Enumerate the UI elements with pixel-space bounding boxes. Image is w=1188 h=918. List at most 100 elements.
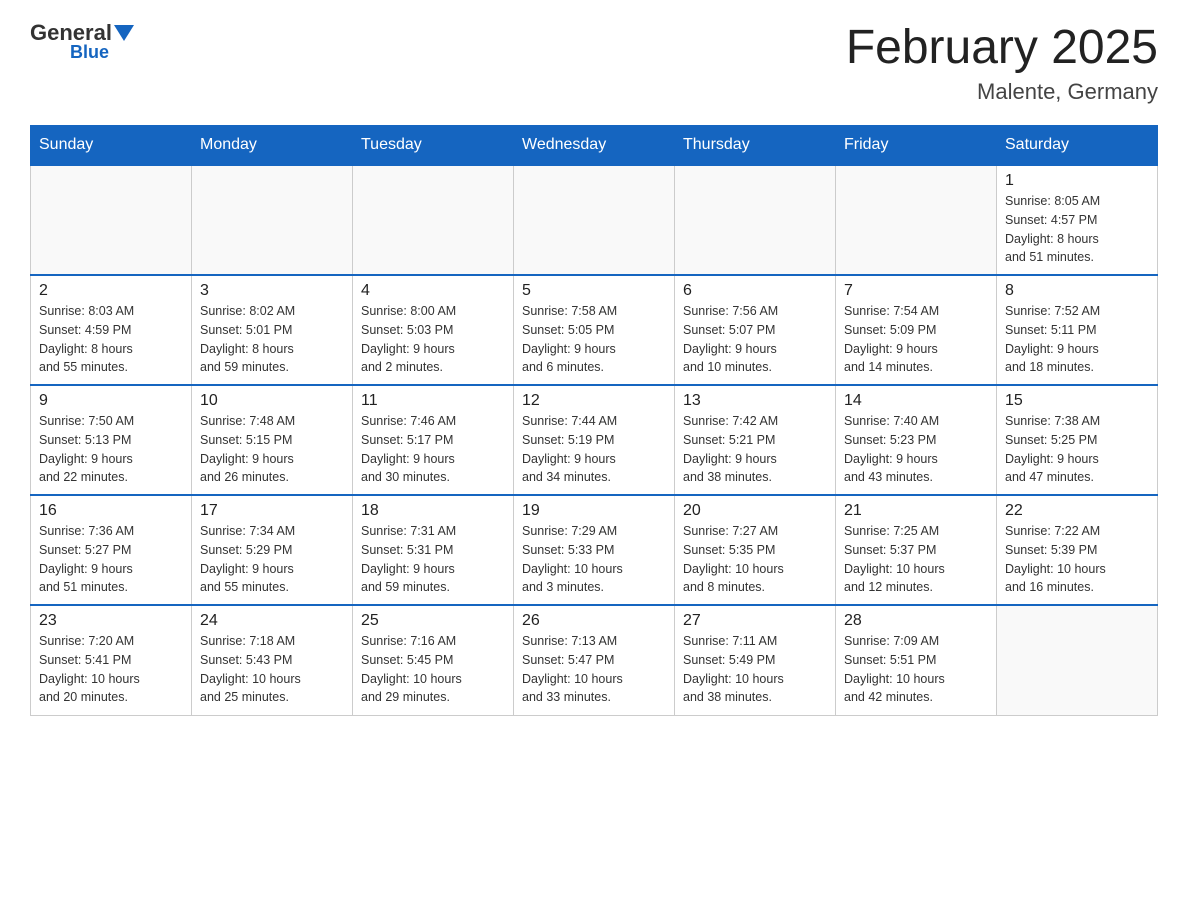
cell-week1-day2: 4Sunrise: 8:00 AM Sunset: 5:03 PM Daylig… [353,275,514,385]
day-info: Sunrise: 7:31 AM Sunset: 5:31 PM Dayligh… [361,522,505,597]
day-number: 11 [361,392,505,410]
day-info: Sunrise: 8:02 AM Sunset: 5:01 PM Dayligh… [200,302,344,377]
cell-week3-day4: 20 Sunrise: 7:27 AM Sunset: 5:35 PM Dayli… [675,495,836,605]
day-number: 2 [39,282,183,300]
day-info: Sunrise: 7:40 AM Sunset: 5:23 PM Dayligh… [844,412,988,487]
cell-week0-day1 [192,165,353,275]
cell-week1-day1: 3 Sunrise: 8:02 AM Sunset: 5:01 PM Daylig… [192,275,353,385]
week-row-1: 2 Sunrise: 8:03 AM Sunset: 4:59 PM Daylig… [31,275,1158,385]
day-number: 19 [522,502,666,520]
cell-week2-day0: 9 Sunrise: 7:50 AM Sunset: 5:13 PM Daylig… [31,385,192,495]
day-info: Sunrise: 7:22 AM Sunset: 5:39 PM Dayligh… [1005,522,1149,597]
day-number: 5 [522,282,666,300]
logo: General Blue [30,20,136,63]
day-info: Sunrise: 7:42 AM Sunset: 5:21 PM Dayligh… [683,412,827,487]
day-info: Sunrise: 8:03 AM Sunset: 4:59 PM Dayligh… [39,302,183,377]
cell-week1-day0: 2 Sunrise: 8:03 AM Sunset: 4:59 PM Daylig… [31,275,192,385]
cell-week2-day5: 14 Sunrise: 7:40 AM Sunset: 5:23 PM Dayli… [836,385,997,495]
header-tuesday: Tuesday [353,126,514,166]
week-row-3: 16 Sunrise: 7:36 AM Sunset: 5:27 PM Dayli… [31,495,1158,605]
day-number: 22 [1005,502,1149,520]
day-number: 3 [200,282,344,300]
day-info: Sunrise: 7:58 AM Sunset: 5:05 PM Dayligh… [522,302,666,377]
day-number: 20 [683,502,827,520]
header-saturday: Saturday [997,126,1158,166]
cell-week1-day5: 7 Sunrise: 7:54 AM Sunset: 5:09 PM Daylig… [836,275,997,385]
day-info: Sunrise: 7:34 AM Sunset: 5:29 PM Dayligh… [200,522,344,597]
day-number: 9 [39,392,183,410]
cell-week0-day4 [675,165,836,275]
title-section: February 2025 Malente, Germany [846,20,1158,105]
day-number: 15 [1005,392,1149,410]
header-sunday: Sunday [31,126,192,166]
day-number: 27 [683,612,827,630]
day-number: 14 [844,392,988,410]
day-number: 6 [683,282,827,300]
cell-week4-day3: 26 Sunrise: 7:13 AM Sunset: 5:47 PM Dayli… [514,605,675,715]
header-friday: Friday [836,126,997,166]
cell-week3-day3: 19 Sunrise: 7:29 AM Sunset: 5:33 PM Dayli… [514,495,675,605]
cell-week3-day0: 16 Sunrise: 7:36 AM Sunset: 5:27 PM Dayli… [31,495,192,605]
day-info: Sunrise: 7:16 AM Sunset: 5:45 PM Dayligh… [361,632,505,707]
cell-week4-day6 [997,605,1158,715]
day-info: Sunrise: 7:50 AM Sunset: 5:13 PM Dayligh… [39,412,183,487]
week-row-0: 1Sunrise: 8:05 AM Sunset: 4:57 PM Daylig… [31,165,1158,275]
day-info: Sunrise: 7:09 AM Sunset: 5:51 PM Dayligh… [844,632,988,707]
day-info: Sunrise: 7:20 AM Sunset: 5:41 PM Dayligh… [39,632,183,707]
day-info: Sunrise: 7:29 AM Sunset: 5:33 PM Dayligh… [522,522,666,597]
calendar-table: Sunday Monday Tuesday Wednesday Thursday… [30,125,1158,716]
weekday-header-row: Sunday Monday Tuesday Wednesday Thursday… [31,126,1158,166]
header-wednesday: Wednesday [514,126,675,166]
cell-week2-day4: 13Sunrise: 7:42 AM Sunset: 5:21 PM Dayli… [675,385,836,495]
day-info: Sunrise: 7:18 AM Sunset: 5:43 PM Dayligh… [200,632,344,707]
cell-week1-day4: 6 Sunrise: 7:56 AM Sunset: 5:07 PM Daylig… [675,275,836,385]
day-info: Sunrise: 7:13 AM Sunset: 5:47 PM Dayligh… [522,632,666,707]
day-info: Sunrise: 7:48 AM Sunset: 5:15 PM Dayligh… [200,412,344,487]
cell-week0-day2 [353,165,514,275]
day-number: 16 [39,502,183,520]
day-info: Sunrise: 7:27 AM Sunset: 5:35 PM Dayligh… [683,522,827,597]
day-number: 18 [361,502,505,520]
cell-week3-day5: 21 Sunrise: 7:25 AM Sunset: 5:37 PM Dayli… [836,495,997,605]
day-number: 8 [1005,282,1149,300]
day-number: 1 [1005,172,1149,190]
day-info: Sunrise: 7:38 AM Sunset: 5:25 PM Dayligh… [1005,412,1149,487]
cell-week3-day1: 17 Sunrise: 7:34 AM Sunset: 5:29 PM Dayli… [192,495,353,605]
cell-week0-day6: 1Sunrise: 8:05 AM Sunset: 4:57 PM Daylig… [997,165,1158,275]
day-number: 7 [844,282,988,300]
page-header: General Blue February 2025 Malente, Germ… [30,20,1158,105]
cell-week4-day4: 27 Sunrise: 7:11 AM Sunset: 5:49 PM Dayli… [675,605,836,715]
day-number: 28 [844,612,988,630]
cell-week0-day5 [836,165,997,275]
week-row-2: 9 Sunrise: 7:50 AM Sunset: 5:13 PM Daylig… [31,385,1158,495]
cell-week3-day6: 22 Sunrise: 7:22 AM Sunset: 5:39 PM Dayli… [997,495,1158,605]
day-info: Sunrise: 7:54 AM Sunset: 5:09 PM Dayligh… [844,302,988,377]
day-info: Sunrise: 7:11 AM Sunset: 5:49 PM Dayligh… [683,632,827,707]
day-info: Sunrise: 7:36 AM Sunset: 5:27 PM Dayligh… [39,522,183,597]
cell-week4-day1: 24Sunrise: 7:18 AM Sunset: 5:43 PM Dayli… [192,605,353,715]
logo-triangle-icon [114,25,134,41]
cell-week1-day3: 5 Sunrise: 7:58 AM Sunset: 5:05 PM Daylig… [514,275,675,385]
cell-week4-day2: 25Sunrise: 7:16 AM Sunset: 5:45 PM Dayli… [353,605,514,715]
day-number: 10 [200,392,344,410]
cell-week0-day3 [514,165,675,275]
day-number: 17 [200,502,344,520]
cell-week2-day1: 10 Sunrise: 7:48 AM Sunset: 5:15 PM Dayli… [192,385,353,495]
day-info: Sunrise: 7:46 AM Sunset: 5:17 PM Dayligh… [361,412,505,487]
cell-week3-day2: 18 Sunrise: 7:31 AM Sunset: 5:31 PM Dayli… [353,495,514,605]
month-title: February 2025 [846,20,1158,75]
day-info: Sunrise: 7:25 AM Sunset: 5:37 PM Dayligh… [844,522,988,597]
cell-week4-day5: 28 Sunrise: 7:09 AM Sunset: 5:51 PM Dayli… [836,605,997,715]
day-number: 21 [844,502,988,520]
day-number: 12 [522,392,666,410]
header-monday: Monday [192,126,353,166]
day-number: 26 [522,612,666,630]
week-row-4: 23Sunrise: 7:20 AM Sunset: 5:41 PM Dayli… [31,605,1158,715]
logo-blue-text: Blue [70,42,109,63]
header-thursday: Thursday [675,126,836,166]
day-info: Sunrise: 7:44 AM Sunset: 5:19 PM Dayligh… [522,412,666,487]
day-info: Sunrise: 7:56 AM Sunset: 5:07 PM Dayligh… [683,302,827,377]
cell-week2-day2: 11 Sunrise: 7:46 AM Sunset: 5:17 PM Dayli… [353,385,514,495]
cell-week4-day0: 23Sunrise: 7:20 AM Sunset: 5:41 PM Dayli… [31,605,192,715]
location: Malente, Germany [846,79,1158,105]
